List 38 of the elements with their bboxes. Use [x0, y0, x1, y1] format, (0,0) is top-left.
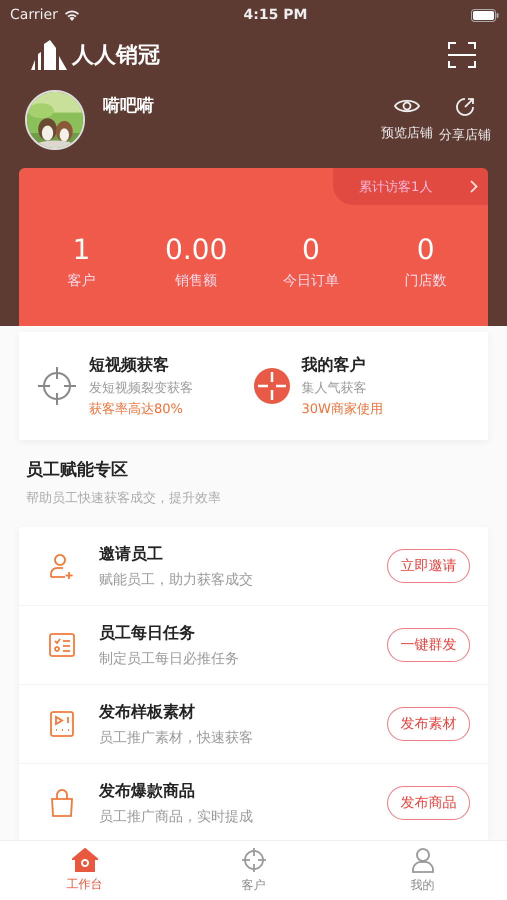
clock-time: 4:15 PM: [244, 7, 308, 23]
tab-item[interactable]: 工作台: [0, 841, 169, 900]
task-title: 邀请员工: [99, 544, 164, 564]
feature-subtitle: 发短视频裂变获客: [89, 380, 193, 396]
stat-label: 今日订单: [282, 272, 339, 290]
task-action-button[interactable]: 发布素材: [387, 707, 470, 741]
task-subtitle: 员工推广素材，快速获客: [99, 728, 253, 746]
task-subtitle: 员工推广商品，实时提成: [99, 808, 253, 826]
store-action-button[interactable]: 分享店铺: [439, 96, 491, 144]
task-title: 发布爆款商品: [99, 780, 196, 802]
task-action-button[interactable]: 发布商品: [387, 786, 470, 820]
task-title: 员工每日任务: [99, 622, 196, 644]
stat-label: 销售额: [175, 272, 218, 290]
user-name: 嗬吧嗬: [103, 95, 154, 117]
section-subtitle: 帮助员工快速获客成交，提升效率: [26, 490, 222, 507]
feature-title[interactable]: 短视频获客: [89, 354, 193, 376]
stat-label: 客户: [67, 272, 96, 290]
feature-highlight: 30W商家使用: [302, 400, 383, 418]
stat-value: 0: [416, 233, 435, 266]
task-action-button[interactable]: 立即邀请: [387, 549, 470, 583]
stat-value: 0: [302, 233, 320, 266]
section-title: 员工赋能专区: [26, 459, 129, 481]
tab-item[interactable]: 我的: [338, 841, 507, 900]
task-title: 发布样板素材: [99, 702, 196, 722]
store-action-button[interactable]: 预览店铺: [381, 96, 433, 144]
visitors-button[interactable]: 累计访客1人: [333, 168, 488, 205]
tab-item[interactable]: 客户: [169, 841, 338, 900]
task-subtitle: 制定员工每日必推任务: [99, 650, 239, 668]
stat-label: 门店数: [404, 272, 447, 290]
logo-text: 人人销冠: [72, 42, 160, 70]
stat-value: 1: [72, 233, 90, 266]
task-action-button[interactable]: 一键群发: [387, 628, 470, 662]
stat-value: 0.00: [164, 233, 228, 266]
feature-subtitle: 集人气获客: [302, 380, 368, 396]
task-subtitle: 赋能员工，助力获客成交: [99, 570, 253, 588]
carrier-label: Carrier: [10, 7, 58, 23]
feature-highlight: 获客率高达80%: [89, 400, 184, 418]
feature-title[interactable]: 我的客户: [302, 354, 383, 376]
